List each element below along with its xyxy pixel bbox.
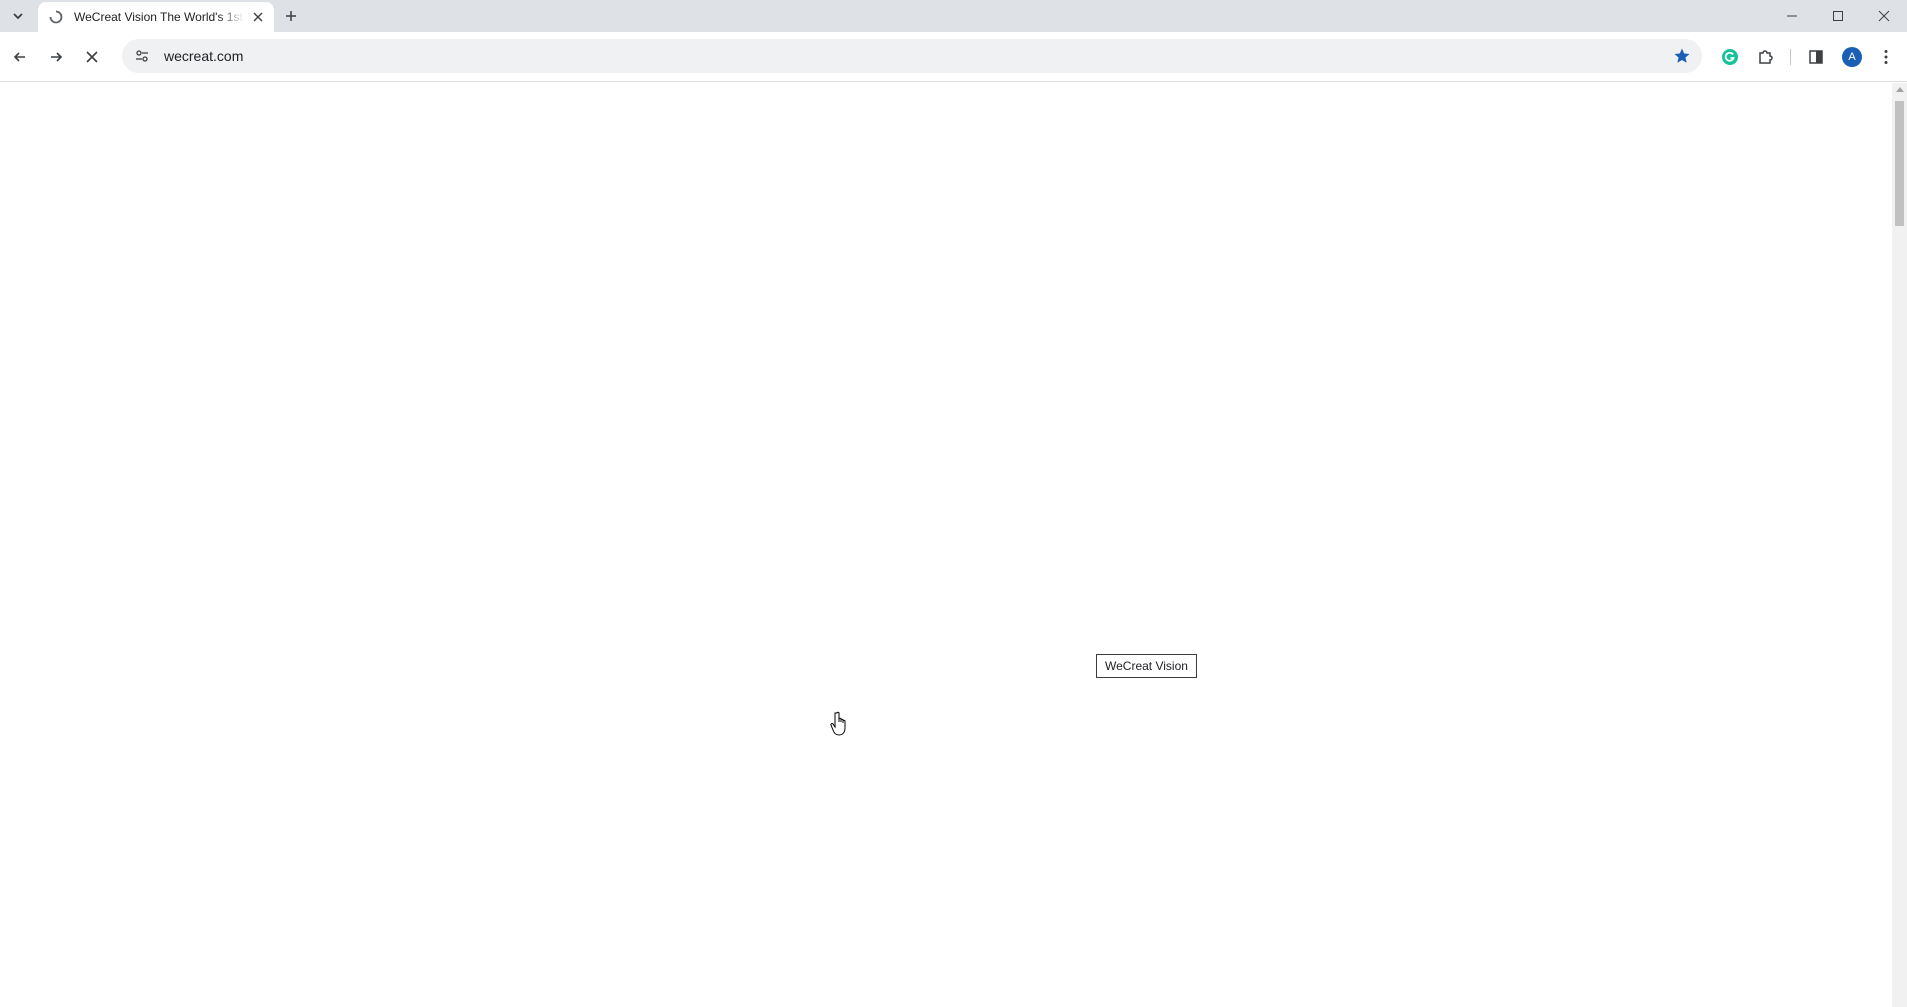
menu-button[interactable] — [1874, 43, 1898, 71]
bookmark-button[interactable] — [1672, 46, 1692, 66]
puzzle-icon — [1759, 50, 1773, 64]
close-icon — [1878, 10, 1890, 22]
tab-close-button[interactable] — [250, 9, 266, 25]
tab-search-button[interactable] — [6, 5, 30, 27]
loading-spinner-icon — [48, 9, 64, 25]
grammarly-extension-button[interactable] — [1716, 43, 1744, 71]
maximize-button[interactable] — [1815, 0, 1861, 32]
kebab-menu-icon — [1884, 50, 1888, 64]
back-button[interactable] — [6, 43, 34, 71]
extensions-button[interactable] — [1752, 43, 1780, 71]
browser-toolbar: wecreat.com A — [0, 32, 1907, 82]
minimize-button[interactable] — [1769, 0, 1815, 32]
forward-button[interactable] — [42, 43, 70, 71]
arrow-left-icon — [13, 52, 25, 62]
site-info-button[interactable] — [130, 44, 154, 68]
plus-icon — [286, 11, 296, 21]
close-icon — [253, 12, 263, 22]
side-panel-button[interactable] — [1802, 43, 1830, 71]
profile-button[interactable]: A — [1838, 43, 1866, 71]
page-content[interactable] — [0, 83, 1892, 1007]
scroll-up-arrow-icon[interactable] — [1896, 87, 1904, 92]
stop-loading-icon — [86, 51, 98, 63]
window-controls — [1769, 0, 1907, 32]
chevron-down-icon — [13, 13, 23, 20]
tab-title: WeCreat Vision The World's 1st — [74, 10, 243, 24]
minimize-icon — [1787, 15, 1797, 17]
toolbar-separator — [1790, 49, 1791, 65]
side-panel-icon — [1809, 50, 1823, 64]
tune-icon — [136, 50, 148, 62]
grammarly-icon — [1722, 49, 1738, 65]
address-bar[interactable]: wecreat.com — [122, 39, 1702, 73]
vertical-scrollbar[interactable] — [1892, 83, 1907, 1007]
url-text: wecreat.com — [164, 48, 244, 64]
tooltip: WeCreat Vision — [1096, 654, 1197, 678]
maximize-icon — [1833, 11, 1843, 21]
avatar: A — [1842, 47, 1862, 67]
close-window-button[interactable] — [1861, 0, 1907, 32]
star-filled-icon — [1674, 48, 1690, 63]
hand-cursor-icon — [830, 711, 846, 736]
tab-active[interactable]: WeCreat Vision The World's 1st — [38, 2, 274, 32]
tab-strip: WeCreat Vision The World's 1st — [0, 0, 1907, 32]
new-tab-button[interactable] — [280, 5, 302, 27]
stop-loading-button[interactable] — [78, 43, 106, 71]
arrow-right-icon — [51, 52, 63, 62]
scrollbar-thumb[interactable] — [1895, 101, 1904, 226]
browser-window: WeCreat Vision The World's 1st wecreat.c… — [0, 0, 1907, 1007]
